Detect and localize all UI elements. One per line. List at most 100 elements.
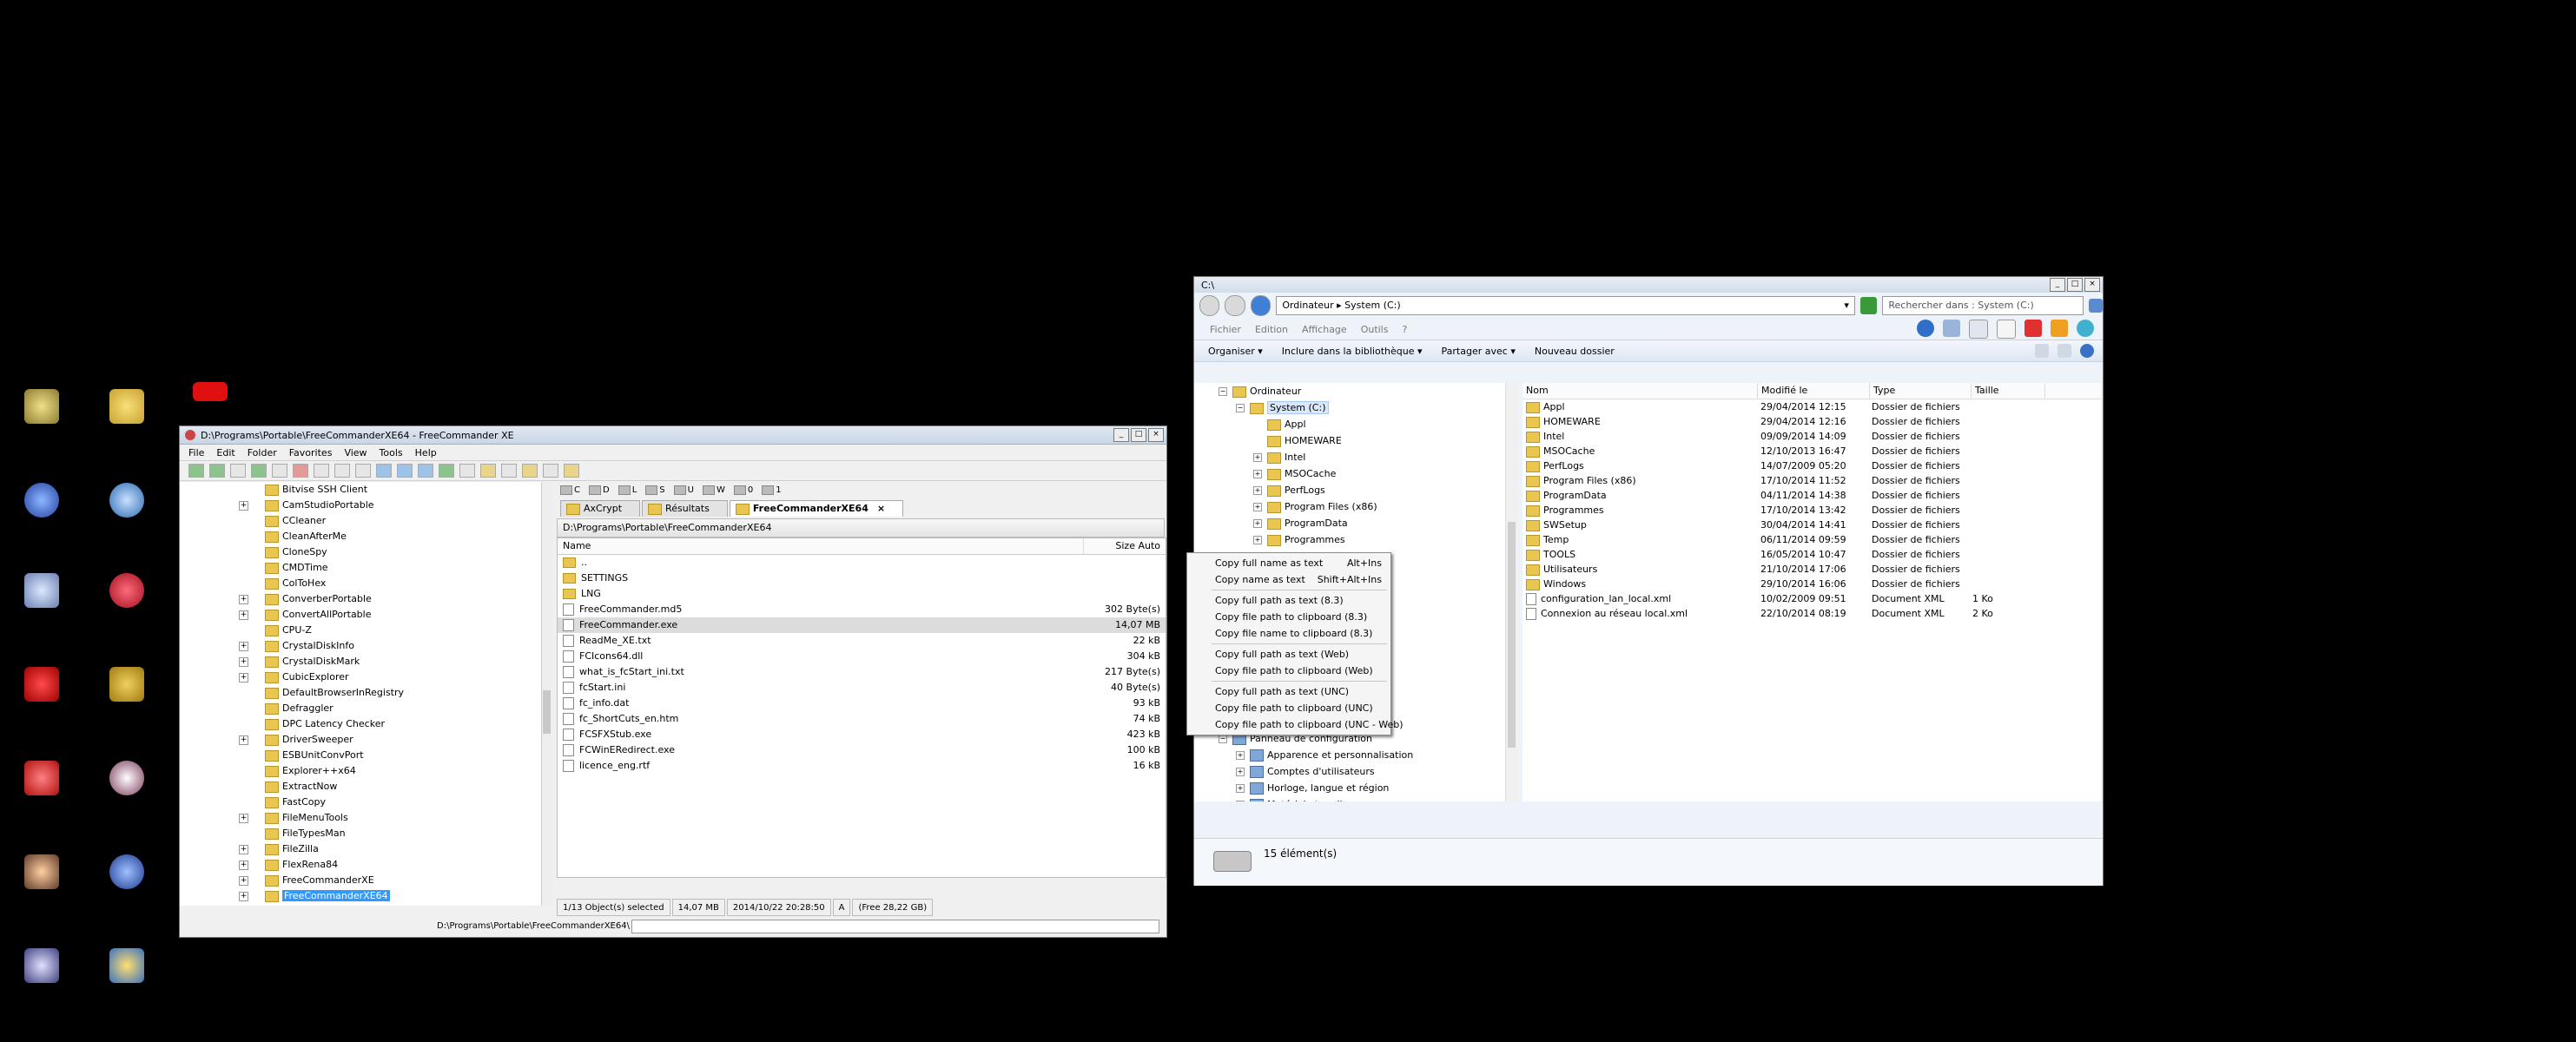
menu-item[interactable]: Copy file path to clipboard (UNC) (1187, 700, 1390, 716)
tree-item[interactable]: CPU-Z (180, 623, 552, 638)
filter-icon[interactable] (355, 464, 371, 478)
drive-1[interactable]: 1 (762, 485, 782, 495)
list-item[interactable]: configuration_lan_local.xml 10/02/2009 09… (1522, 591, 2101, 606)
file-row[interactable]: licence_eng.rtf 16 kB (558, 758, 1166, 774)
tree-item[interactable]: + CrystalDiskMark (180, 654, 552, 669)
file-row[interactable]: LNG (558, 586, 1166, 602)
expand-icon[interactable]: + (1253, 519, 1262, 528)
tree-item[interactable]: + DriverSweeper (180, 732, 552, 748)
menu-item[interactable]: Copy file path to clipboard (UNC - Web) (1187, 716, 1404, 733)
tree-item[interactable]: ESBUnitConvPort (180, 748, 552, 763)
expand-icon[interactable]: + (239, 876, 248, 886)
list-item[interactable]: Programmes 17/10/2014 13:42 Dossier de fic… (1522, 503, 2101, 518)
expand-icon[interactable]: + (1253, 470, 1262, 478)
paste-icon[interactable] (1997, 320, 2016, 339)
list-item[interactable]: TOOLS 16/05/2014 10:47 Dossier de fichiers (1522, 547, 2101, 562)
drive-w[interactable]: W (702, 485, 725, 495)
help-icon[interactable] (2080, 344, 2094, 358)
menu-view[interactable]: View (344, 447, 367, 458)
desktop-icon[interactable] (184, 375, 236, 427)
desktop-icon[interactable] (101, 660, 153, 712)
nav-item[interactable]: + PerfLogs (1194, 482, 1517, 498)
maximize-button[interactable]: □ (2067, 278, 2083, 292)
up-icon[interactable] (230, 464, 246, 478)
column-type[interactable]: Type (1870, 383, 1972, 399)
tree-item[interactable]: Defraggler (180, 701, 552, 716)
file-row[interactable]: what_is_fcStart_ini.txt 217 Byte(s) (558, 664, 1166, 680)
search-icon[interactable] (334, 464, 350, 478)
list-item[interactable]: ProgramData 04/11/2014 14:38 Dossier de fi… (1522, 488, 2101, 503)
list-item[interactable]: MSOCache 12/10/2013 16:47 Dossier de fichi… (1522, 444, 2101, 458)
expand-icon[interactable]: + (239, 892, 248, 901)
menu-help[interactable]: ? (1402, 324, 1407, 335)
up-button[interactable] (1250, 295, 1271, 316)
copy-icon[interactable] (272, 464, 287, 478)
nav-item[interactable]: + Apparence et personnalisation (1194, 747, 1517, 763)
drive-icon[interactable] (501, 464, 517, 478)
menu-item[interactable]: Copy full path as text (UNC) (1187, 683, 1390, 700)
menu-item[interactable]: Copy file name to clipboard (8.3) (1187, 625, 1390, 642)
list-item[interactable]: Temp 06/11/2014 09:59 Dossier de fichiers (1522, 532, 2101, 547)
menu-item[interactable]: Copy full path as text (8.3) (1187, 592, 1390, 609)
view-options-icon[interactable] (2035, 344, 2049, 358)
desktop-icon[interactable] (16, 566, 68, 618)
tree-item[interactable]: + FileZilla (180, 841, 552, 857)
tree-item[interactable]: + FreeCommanderXE64 (180, 888, 552, 904)
expand-icon[interactable]: + (239, 845, 248, 854)
compare-icon[interactable] (459, 464, 475, 478)
desktop-icon[interactable] (101, 382, 153, 434)
fc-pathbar[interactable]: D:\Programs\Portable\FreeCommanderXE64 (557, 518, 1165, 537)
expand-icon[interactable]: + (239, 501, 248, 511)
scrollbar-thumb[interactable] (1508, 522, 1516, 748)
column-taille[interactable]: Taille (1972, 383, 2045, 399)
nav-item[interactable]: + ProgramData (1194, 515, 1517, 531)
list-item[interactable]: Program Files (x86) 17/10/2014 11:52 Dossi… (1522, 473, 2101, 488)
maximize-button[interactable]: □ (1131, 428, 1146, 442)
fc-titlebar[interactable]: D:\Programs\Portable\FreeCommanderXE64 -… (180, 426, 1166, 445)
menu-item[interactable]: Copy full name as text Alt+Ins (1187, 555, 1390, 571)
menu-favorites[interactable]: Favorites (289, 447, 333, 458)
breadcrumb-system[interactable]: System (C:) (1344, 300, 1401, 311)
view-thumbnails-icon[interactable] (418, 464, 433, 478)
minimize-button[interactable]: _ (1113, 428, 1129, 442)
tree-item[interactable]: + CubicExplorer (180, 669, 552, 685)
drive-s[interactable]: S (645, 485, 665, 495)
nav-item[interactable]: + Program Files (x86) (1194, 498, 1517, 515)
network-icon[interactable] (543, 464, 558, 478)
tree-item[interactable]: CleanAfterMe (180, 529, 552, 544)
tab-résultats[interactable]: Résultats (642, 500, 728, 517)
close-button[interactable]: × (1148, 428, 1164, 442)
close-tab-icon[interactable]: × (877, 503, 885, 514)
desktop-icon[interactable] (16, 754, 68, 806)
chevron-down-icon[interactable]: ▾ (1844, 297, 1849, 314)
desktop-icon[interactable] (101, 754, 153, 806)
menu-outils[interactable]: Outils (1361, 324, 1389, 335)
tree-item[interactable]: CloneSpy (180, 544, 552, 560)
menu-affichage[interactable]: Affichage (1302, 324, 1347, 335)
tab-axcrypt[interactable]: AxCrypt (560, 500, 641, 517)
expand-icon[interactable]: − (1219, 735, 1227, 743)
tree-item[interactable]: + ConverberPortable (180, 591, 552, 607)
tree-item[interactable]: DPC Latency Checker (180, 716, 552, 732)
fc-file-list[interactable]: Name Size Auto .. SETTINGS LNG FreeCommande… (557, 537, 1166, 878)
move-icon[interactable] (314, 464, 329, 478)
column-nom[interactable]: Nom (1522, 383, 1758, 399)
list-item[interactable]: HOMEWARE 29/04/2014 12:16 Dossier de fichi… (1522, 414, 2101, 429)
list-item[interactable]: PerfLogs 14/07/2009 05:20 Dossier de fichi… (1522, 458, 2101, 473)
file-row[interactable]: fcStart.ini 40 Byte(s) (558, 680, 1166, 696)
tree-item[interactable]: FastCopy (180, 795, 552, 810)
file-row[interactable]: FreeCommander.md5 302 Byte(s) (558, 602, 1166, 617)
tree-item[interactable]: ExtractNow (180, 779, 552, 795)
nav-item[interactable]: + MSOCache (1194, 465, 1517, 482)
tree-item[interactable]: + CrystalDiskInfo (180, 638, 552, 654)
delete-icon[interactable] (293, 464, 308, 478)
drive-u[interactable]: U (673, 485, 694, 495)
menu-file[interactable]: File (188, 447, 204, 458)
menu-item[interactable]: Copy file path to clipboard (8.3) (1187, 609, 1390, 625)
view-details-icon[interactable] (397, 464, 413, 478)
menu-edit[interactable]: Edit (216, 447, 234, 458)
close-button[interactable]: × (2084, 278, 2100, 292)
file-row[interactable]: FCSFXStub.exe 423 kB (558, 727, 1166, 742)
expand-icon[interactable]: + (239, 595, 248, 604)
desktop-icon[interactable] (101, 847, 153, 900)
